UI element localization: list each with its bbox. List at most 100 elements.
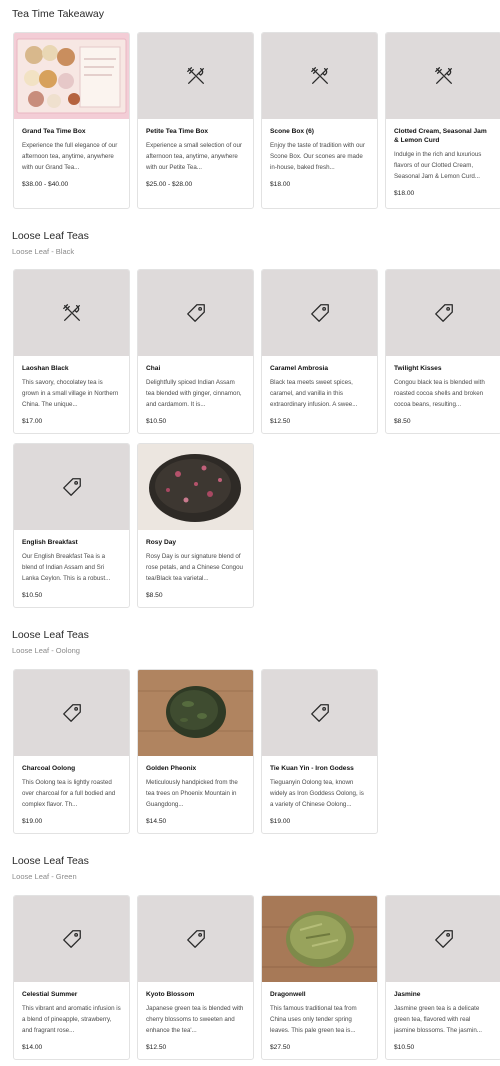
section-title: Loose Leaf Teas (12, 629, 89, 641)
product-description: This famous traditional tea from China u… (270, 1005, 357, 1034)
product-price: $19.00 (270, 818, 291, 825)
product-photo (262, 896, 377, 982)
product-card-laoshan-black[interactable]: Laoshan Black This savory, chocolatey te… (13, 269, 130, 434)
product-photo (138, 670, 253, 756)
product-price: $8.50 (146, 592, 163, 599)
product-card-tie-kuan-yin[interactable]: Tie Kuan Yin - Iron Godess Tieguanyin Oo… (261, 669, 378, 834)
product-image-placeholder (138, 270, 253, 356)
product-description: Meticulously handpicked from the tea tre… (146, 779, 238, 808)
product-card-petite-tea-time-box[interactable]: Petite Tea Time Box Experience a small s… (137, 32, 254, 209)
section-subtitle: Loose Leaf - Black (12, 247, 75, 256)
product-card-english-breakfast[interactable]: English Breakfast Our English Breakfast … (13, 443, 130, 608)
product-price: $18.00 (270, 181, 291, 188)
product-name: Charcoal Oolong (22, 765, 76, 772)
product-description: Tieguanyin Oolong tea, known widely as I… (270, 779, 364, 808)
product-description: Delightfully spiced Indian Assam tea ble… (146, 379, 242, 408)
product-price: $18.00 (394, 190, 415, 197)
tag-icon (434, 930, 453, 948)
tag-icon (310, 304, 329, 322)
tag-icon (62, 478, 81, 496)
product-description: Experience the full elegance of our afte… (22, 142, 118, 171)
section-tea-time-takeaway: Tea Time Takeaway (12, 8, 104, 21)
product-card-dragonwell[interactable]: Dragonwell This famous traditional tea f… (261, 895, 378, 1060)
product-price: $38.00 - $40.00 (22, 181, 69, 188)
tag-icon (62, 704, 81, 722)
fork-knife-icon (310, 67, 328, 84)
product-name: Celestial Summer (22, 991, 78, 998)
product-image-placeholder (262, 33, 377, 119)
product-photo (14, 33, 129, 119)
section-title: Loose Leaf Teas (12, 230, 89, 242)
product-price: $10.50 (394, 1044, 415, 1051)
product-description: Jasmine green tea is a delicate green te… (394, 1005, 482, 1034)
product-image-placeholder (14, 670, 129, 756)
product-card-twilight-kisses[interactable]: Twilight Kisses Congou black tea is blen… (385, 269, 500, 434)
section-subtitle: Loose Leaf - Green (12, 872, 77, 881)
product-description: This vibrant and aromatic infusion is a … (22, 1005, 121, 1034)
product-card-kyoto-blossom[interactable]: Kyoto Blossom Japanese green tea is blen… (137, 895, 254, 1060)
product-name: Petite Tea Time Box (146, 128, 209, 135)
product-name: Dragonwell (270, 991, 306, 998)
product-description: Our English Breakfast Tea is a blend of … (22, 553, 111, 582)
product-name: Clotted Cream, Seasonal Jam & Lemon Curd (394, 128, 487, 144)
product-image-placeholder (262, 670, 377, 756)
product-description: Congou black tea is blended with roasted… (394, 379, 485, 408)
product-card-rosy-day[interactable]: Rosy Day Rosy Day is our signature blend… (137, 443, 254, 608)
product-description: Experience a small selection of our afte… (146, 142, 242, 171)
product-card-caramel-ambrosia[interactable]: Caramel Ambrosia Black tea meets sweet s… (261, 269, 378, 434)
product-name: Laoshan Black (22, 365, 69, 372)
section-loose-leaf-green: Loose Leaf Teas Loose Leaf - Green (12, 855, 89, 882)
product-price: $10.50 (146, 418, 167, 425)
product-image-placeholder (14, 270, 129, 356)
product-price: $14.50 (146, 818, 167, 825)
product-photo (138, 444, 253, 530)
section-title: Loose Leaf Teas (12, 855, 89, 867)
tag-icon (186, 930, 205, 948)
product-name: Rosy Day (146, 539, 177, 546)
product-name: Kyoto Blossom (146, 991, 195, 998)
product-name: Golden Pheonix (146, 765, 197, 772)
product-name: Chai (146, 365, 161, 372)
product-card-jasmine[interactable]: Jasmine Jasmine green tea is a delicate … (385, 895, 500, 1060)
product-image-placeholder (138, 33, 253, 119)
product-description: Black tea meets sweet spices, caramel, a… (270, 379, 358, 408)
product-description: Rosy Day is our signature blend of rose … (146, 553, 244, 582)
product-price: $17.00 (22, 418, 43, 425)
tag-icon (186, 304, 205, 322)
product-name: Twilight Kisses (394, 365, 442, 372)
fork-knife-icon (434, 67, 452, 84)
product-price: $25.00 - $28.00 (146, 181, 193, 188)
product-name: Scone Box (6) (270, 128, 314, 135)
product-card-chai[interactable]: Chai Delightfully spiced Indian Assam te… (137, 269, 254, 434)
product-price: $14.00 (22, 1044, 43, 1051)
product-card-grand-tea-time-box[interactable]: Grand Tea Time Box Experience the full e… (13, 32, 130, 209)
product-description: This Oolong tea is lightly roasted over … (22, 779, 116, 808)
product-description: This savory, chocolatey tea is grown in … (22, 379, 119, 408)
product-name: Grand Tea Time Box (22, 128, 86, 135)
product-card-charcoal-oolong[interactable]: Charcoal Oolong This Oolong tea is light… (13, 669, 130, 834)
product-description: Japanese green tea is blended with cherr… (146, 1005, 244, 1034)
tag-icon (434, 304, 453, 322)
section-loose-leaf-oolong: Loose Leaf Teas Loose Leaf - Oolong (12, 629, 89, 656)
product-image-placeholder (386, 896, 500, 982)
product-image-placeholder (386, 33, 500, 119)
section-title: Tea Time Takeaway (12, 8, 105, 20)
tag-icon (310, 704, 329, 722)
product-description: Enjoy the taste of tradition with our Sc… (270, 142, 365, 171)
product-image-placeholder (138, 896, 253, 982)
product-image-placeholder (262, 270, 377, 356)
section-loose-leaf-black: Loose Leaf Teas Loose Leaf - Black (12, 230, 89, 257)
product-name: English Breakfast (22, 539, 78, 546)
section-subtitle: Loose Leaf - Oolong (12, 646, 80, 655)
product-card-clotted-cream[interactable]: Clotted Cream, Seasonal Jam & Lemon Curd… (385, 32, 500, 209)
fork-knife-icon (186, 67, 204, 84)
product-price: $8.50 (394, 418, 411, 425)
product-card-celestial-summer[interactable]: Celestial Summer This vibrant and aromat… (13, 895, 130, 1060)
fork-knife-icon (62, 304, 80, 321)
product-price: $12.50 (146, 1044, 167, 1051)
product-name: Tie Kuan Yin - Iron Godess (270, 765, 354, 772)
product-price: $19.00 (22, 818, 43, 825)
product-card-scone-box[interactable]: Scone Box (6) Enjoy the taste of traditi… (261, 32, 378, 209)
product-card-golden-pheonix[interactable]: Golden Pheonix Meticulously handpicked f… (137, 669, 254, 834)
product-name: Caramel Ambrosia (270, 365, 329, 372)
